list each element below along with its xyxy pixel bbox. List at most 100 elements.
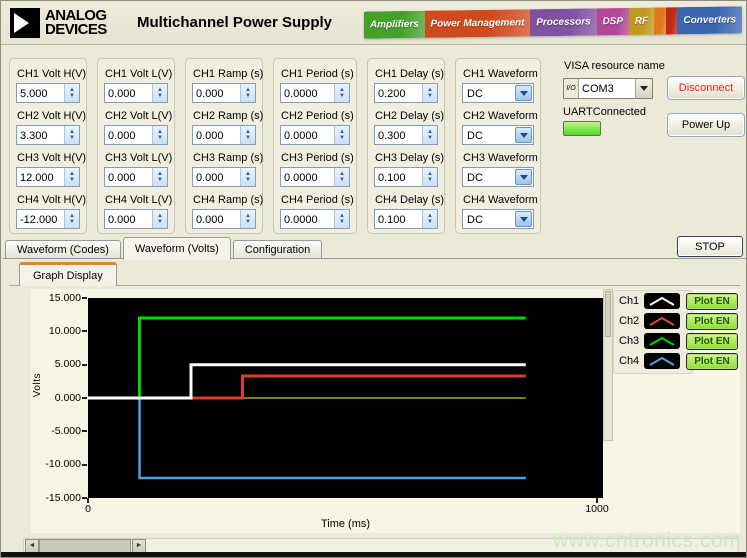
tab-configuration[interactable]: Configuration: [233, 240, 322, 259]
period-input-ch1[interactable]: 0.0000▲▼: [280, 83, 350, 103]
spinner-buttons-icon[interactable]: ▲▼: [64, 84, 79, 102]
numeric-value[interactable]: 5.000: [17, 84, 64, 102]
legend-line-sample[interactable]: [644, 353, 680, 369]
spinner-buttons-icon[interactable]: ▲▼: [422, 84, 437, 102]
spinner-buttons-icon[interactable]: ▲▼: [422, 168, 437, 186]
graph-vertical-scrollbar[interactable]: [603, 289, 613, 441]
volt-l-input-ch2[interactable]: 0.000▲▼: [104, 125, 168, 145]
numeric-value[interactable]: -12.000: [17, 210, 64, 228]
spinner-buttons-icon[interactable]: ▲▼: [152, 210, 167, 228]
waveform-select-ch4[interactable]: DC: [462, 209, 534, 229]
numeric-value[interactable]: 0.000: [105, 84, 152, 102]
spinner-buttons-icon[interactable]: ▲▼: [152, 168, 167, 186]
numeric-value[interactable]: 0.000: [105, 168, 152, 186]
volt-l-input-ch4[interactable]: 0.000▲▼: [104, 209, 168, 229]
numeric-value[interactable]: 0.100: [375, 210, 422, 228]
ramp-input-ch1[interactable]: 0.000▲▼: [192, 83, 256, 103]
delay-input-ch1[interactable]: 0.200▲▼: [374, 83, 438, 103]
selected-value[interactable]: DC: [463, 168, 514, 186]
spinner-buttons-icon[interactable]: ▲▼: [240, 168, 255, 186]
uart-connected-led[interactable]: [563, 121, 601, 136]
spinner-buttons-icon[interactable]: ▲▼: [422, 210, 437, 228]
dropdown-button[interactable]: [515, 85, 532, 101]
numeric-value[interactable]: 0.100: [375, 168, 422, 186]
visa-dropdown-button[interactable]: [635, 79, 652, 98]
power-up-button[interactable]: Power Up: [667, 113, 745, 137]
period-input-ch3[interactable]: 0.0000▲▼: [280, 167, 350, 187]
delay-input-ch2[interactable]: 0.300▲▼: [374, 125, 438, 145]
spinner-buttons-icon[interactable]: ▲▼: [334, 84, 349, 102]
dropdown-button[interactable]: [515, 169, 532, 185]
numeric-value[interactable]: 0.000: [193, 168, 240, 186]
period-input-ch2[interactable]: 0.0000▲▼: [280, 125, 350, 145]
numeric-value[interactable]: 0.000: [105, 126, 152, 144]
y-tick-label: 10.000: [35, 325, 81, 337]
numeric-value[interactable]: 0.000: [193, 84, 240, 102]
plot-enable-button[interactable]: Plot EN: [686, 333, 738, 350]
scrollbar-thumb[interactable]: [39, 539, 131, 553]
legend-line-sample[interactable]: [644, 333, 680, 349]
numeric-value[interactable]: 0.000: [105, 210, 152, 228]
spinner-buttons-icon[interactable]: ▲▼: [422, 126, 437, 144]
spinner-buttons-icon[interactable]: ▲▼: [334, 168, 349, 186]
scrollbar-thumb[interactable]: [605, 291, 611, 337]
tab-waveform-volts[interactable]: Waveform (Volts): [123, 237, 231, 260]
spinner-buttons-icon[interactable]: ▲▼: [240, 210, 255, 228]
plot-enable-button[interactable]: Plot EN: [686, 353, 738, 370]
spinner-buttons-icon[interactable]: ▲▼: [64, 168, 79, 186]
plot-enable-button[interactable]: Plot EN: [686, 313, 738, 330]
volt-h-input-ch2[interactable]: 3.300▲▼: [16, 125, 80, 145]
numeric-value[interactable]: 0.0000: [281, 84, 334, 102]
waveform-select-ch2[interactable]: DC: [462, 125, 534, 145]
volt-h-input-ch3[interactable]: 12.000▲▼: [16, 167, 80, 187]
spinner-buttons-icon[interactable]: ▲▼: [240, 84, 255, 102]
volt-h-input-ch4[interactable]: -12.000▲▼: [16, 209, 80, 229]
visa-resource-value[interactable]: COM3: [579, 79, 635, 98]
spinner-buttons-icon[interactable]: ▲▼: [334, 126, 349, 144]
numeric-value[interactable]: 0.0000: [281, 210, 334, 228]
numeric-value[interactable]: 0.000: [193, 126, 240, 144]
spinner-buttons-icon[interactable]: ▲▼: [152, 126, 167, 144]
period-label-ch3: CH3 Period (s): [281, 152, 350, 164]
numeric-value[interactable]: 0.000: [193, 210, 240, 228]
disconnect-button[interactable]: Disconnect: [667, 76, 745, 100]
numeric-value[interactable]: 0.0000: [281, 168, 334, 186]
visa-resource-combo[interactable]: I/O COM3: [563, 78, 653, 99]
numeric-value[interactable]: 12.000: [17, 168, 64, 186]
ramp-input-ch2[interactable]: 0.000▲▼: [192, 125, 256, 145]
selected-value[interactable]: DC: [463, 84, 514, 102]
dropdown-button[interactable]: [515, 127, 532, 143]
spinner-buttons-icon[interactable]: ▲▼: [152, 84, 167, 102]
numeric-value[interactable]: 0.300: [375, 126, 422, 144]
numeric-value[interactable]: 0.0000: [281, 126, 334, 144]
legend-line-sample[interactable]: [644, 313, 680, 329]
delay-input-ch3[interactable]: 0.100▲▼: [374, 167, 438, 187]
spinner-buttons-icon[interactable]: ▲▼: [64, 126, 79, 144]
volt-l-input-ch1[interactable]: 0.000▲▼: [104, 83, 168, 103]
waveform-select-ch1[interactable]: DC: [462, 83, 534, 103]
delay-input-ch4[interactable]: 0.100▲▼: [374, 209, 438, 229]
selected-value[interactable]: DC: [463, 126, 514, 144]
selected-value[interactable]: DC: [463, 210, 514, 228]
volt-h-input-ch1[interactable]: 5.000▲▼: [16, 83, 80, 103]
tab-graph-display[interactable]: Graph Display: [19, 262, 117, 286]
spinner-buttons-icon[interactable]: ▲▼: [64, 210, 79, 228]
stop-button[interactable]: STOP: [677, 236, 743, 257]
ramp-input-ch4[interactable]: 0.000▲▼: [192, 209, 256, 229]
spinner-buttons-icon[interactable]: ▲▼: [334, 210, 349, 228]
banner-segment-dsp: DSP: [597, 8, 629, 35]
numeric-value[interactable]: 3.300: [17, 126, 64, 144]
period-input-ch4[interactable]: 0.0000▲▼: [280, 209, 350, 229]
scroll-left-button[interactable]: ◄: [25, 539, 39, 553]
tab-waveform-codes[interactable]: Waveform (Codes): [5, 240, 121, 259]
plot-enable-button[interactable]: Plot EN: [686, 293, 738, 310]
numeric-value[interactable]: 0.200: [375, 84, 422, 102]
waveform-select-ch3[interactable]: DC: [462, 167, 534, 187]
volt-l-label-ch2: CH2 Volt L(V): [105, 110, 168, 122]
scroll-right-button[interactable]: ►: [132, 539, 146, 553]
spinner-buttons-icon[interactable]: ▲▼: [240, 126, 255, 144]
dropdown-button[interactable]: [515, 211, 532, 227]
ramp-input-ch3[interactable]: 0.000▲▼: [192, 167, 256, 187]
volt-l-input-ch3[interactable]: 0.000▲▼: [104, 167, 168, 187]
legend-line-sample[interactable]: [644, 293, 680, 309]
